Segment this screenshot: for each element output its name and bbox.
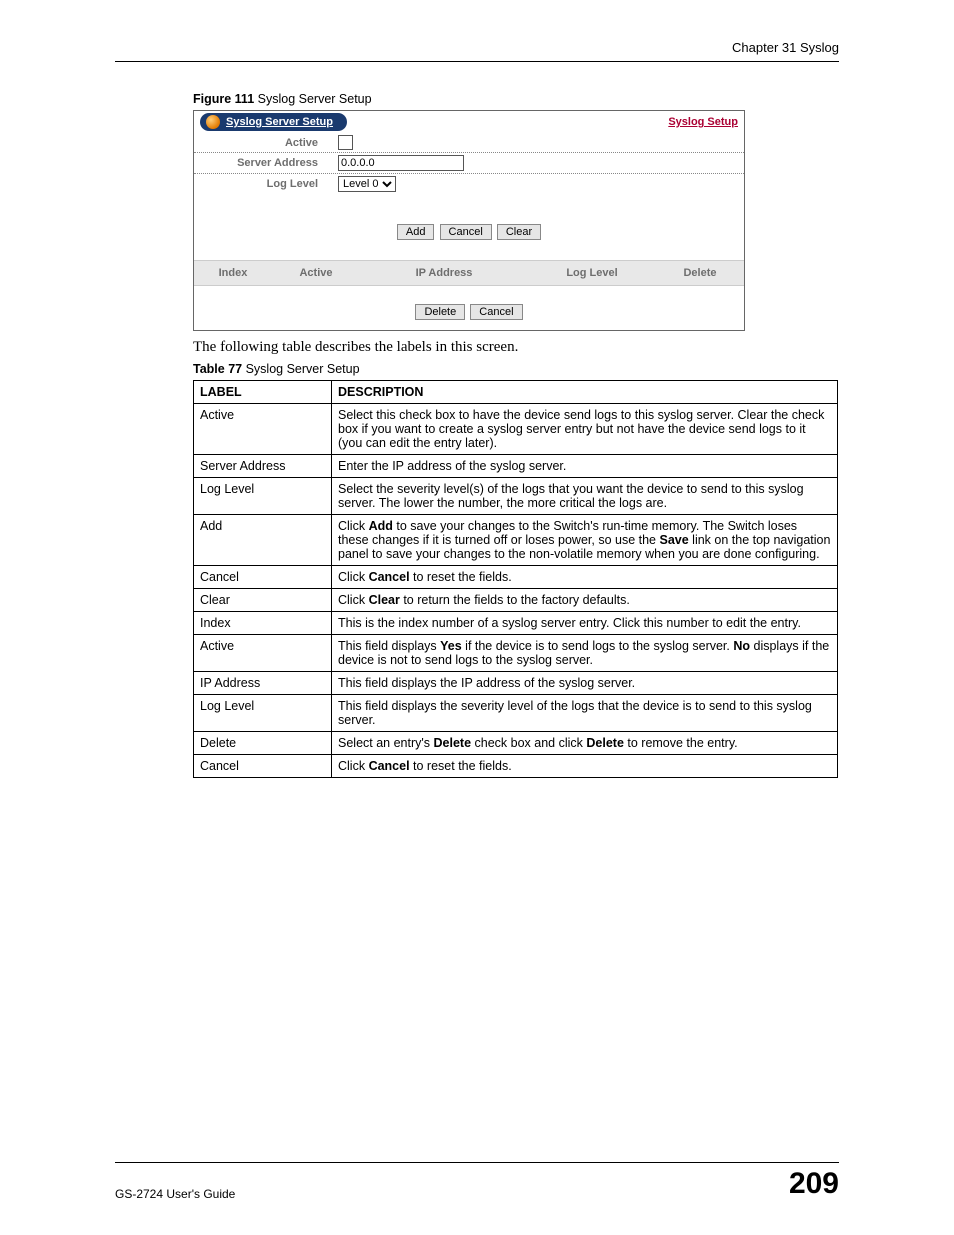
cell-desc: This is the index number of a syslog ser… [332, 612, 838, 635]
syslog-setup-link[interactable]: Syslog Setup [668, 116, 738, 128]
log-level-select[interactable]: Level 0 [338, 176, 396, 192]
form-button-row: Add Cancel Clear [194, 194, 744, 260]
col-ip: IP Address [360, 261, 528, 285]
panel-title-icon [206, 115, 220, 129]
cell-desc: This field displays Yes if the device is… [332, 635, 838, 672]
col-loglevel: Log Level [528, 261, 656, 285]
cell-label: Log Level [194, 478, 332, 515]
col-active: Active [272, 261, 360, 285]
figure-title: Syslog Server Setup [254, 92, 371, 106]
table-number: Table 77 [193, 362, 242, 376]
server-address-label: Server Address [198, 157, 338, 169]
footer-guide: GS-2724 User's Guide [115, 1187, 235, 1201]
cell-desc: Enter the IP address of the syslog serve… [332, 455, 838, 478]
cell-label: IP Address [194, 672, 332, 695]
th-label: LABEL [194, 381, 332, 404]
table-title: Syslog Server Setup [242, 362, 359, 376]
cancel-button[interactable]: Cancel [440, 224, 492, 240]
clear-button[interactable]: Clear [497, 224, 541, 240]
table-row: ActiveThis field displays Yes if the dev… [194, 635, 838, 672]
cell-label: Cancel [194, 566, 332, 589]
table-caption: Table 77 Syslog Server Setup [193, 362, 839, 376]
table-row: Log LevelSelect the severity level(s) of… [194, 478, 838, 515]
log-level-label: Log Level [198, 178, 338, 190]
entries-button-row: Delete Cancel [194, 286, 744, 330]
table-row: ClearClick Clear to return the fields to… [194, 589, 838, 612]
cell-label: Log Level [194, 695, 332, 732]
cell-desc: Click Add to save your changes to the Sw… [332, 515, 838, 566]
cell-label: Add [194, 515, 332, 566]
cell-label: Delete [194, 732, 332, 755]
cell-label: Clear [194, 589, 332, 612]
cell-label: Active [194, 635, 332, 672]
table-row: ActiveSelect this check box to have the … [194, 404, 838, 455]
table-row: IndexThis is the index number of a syslo… [194, 612, 838, 635]
cell-desc: Click Cancel to reset the fields. [332, 566, 838, 589]
cell-desc: This field displays the severity level o… [332, 695, 838, 732]
server-address-input[interactable] [338, 155, 464, 171]
cell-desc: Click Clear to return the fields to the … [332, 589, 838, 612]
cell-label: Cancel [194, 755, 332, 778]
table-row: Log LevelThis field displays the severit… [194, 695, 838, 732]
table-row: AddClick Add to save your changes to the… [194, 515, 838, 566]
cell-desc: Click Cancel to reset the fields. [332, 755, 838, 778]
delete-button[interactable]: Delete [415, 304, 465, 320]
cancel-entries-button[interactable]: Cancel [470, 304, 522, 320]
table-row: CancelClick Cancel to reset the fields. [194, 566, 838, 589]
active-checkbox[interactable] [338, 135, 353, 150]
col-delete: Delete [656, 261, 744, 285]
chapter-header: Chapter 31 Syslog [115, 40, 839, 62]
cell-desc: Select the severity level(s) of the logs… [332, 478, 838, 515]
col-index: Index [194, 261, 272, 285]
cell-desc: Select an entry's Delete check box and c… [332, 732, 838, 755]
panel-title-pill: Syslog Server Setup [200, 113, 347, 131]
table-row: Server AddressEnter the IP address of th… [194, 455, 838, 478]
figure-caption: Figure 111 Syslog Server Setup [193, 92, 839, 106]
page-footer: GS-2724 User's Guide 209 [115, 1162, 839, 1201]
figure-number: Figure 111 [193, 92, 254, 106]
cell-label: Active [194, 404, 332, 455]
cell-label: Index [194, 612, 332, 635]
entries-grid-header: Index Active IP Address Log Level Delete [194, 260, 744, 286]
table-row: IP AddressThis field displays the IP add… [194, 672, 838, 695]
th-desc: DESCRIPTION [332, 381, 838, 404]
description-table: LABEL DESCRIPTION ActiveSelect this chec… [193, 380, 838, 778]
body-text: The following table describes the labels… [193, 339, 839, 356]
syslog-server-setup-panel: Syslog Server Setup Syslog Setup Active … [193, 110, 745, 331]
cell-desc: Select this check box to have the device… [332, 404, 838, 455]
cell-label: Server Address [194, 455, 332, 478]
panel-title-text: Syslog Server Setup [226, 116, 333, 128]
page-number: 209 [789, 1167, 839, 1201]
table-row: CancelClick Cancel to reset the fields. [194, 755, 838, 778]
add-button[interactable]: Add [397, 224, 435, 240]
active-label: Active [198, 137, 338, 149]
cell-desc: This field displays the IP address of th… [332, 672, 838, 695]
table-row: DeleteSelect an entry's Delete check box… [194, 732, 838, 755]
